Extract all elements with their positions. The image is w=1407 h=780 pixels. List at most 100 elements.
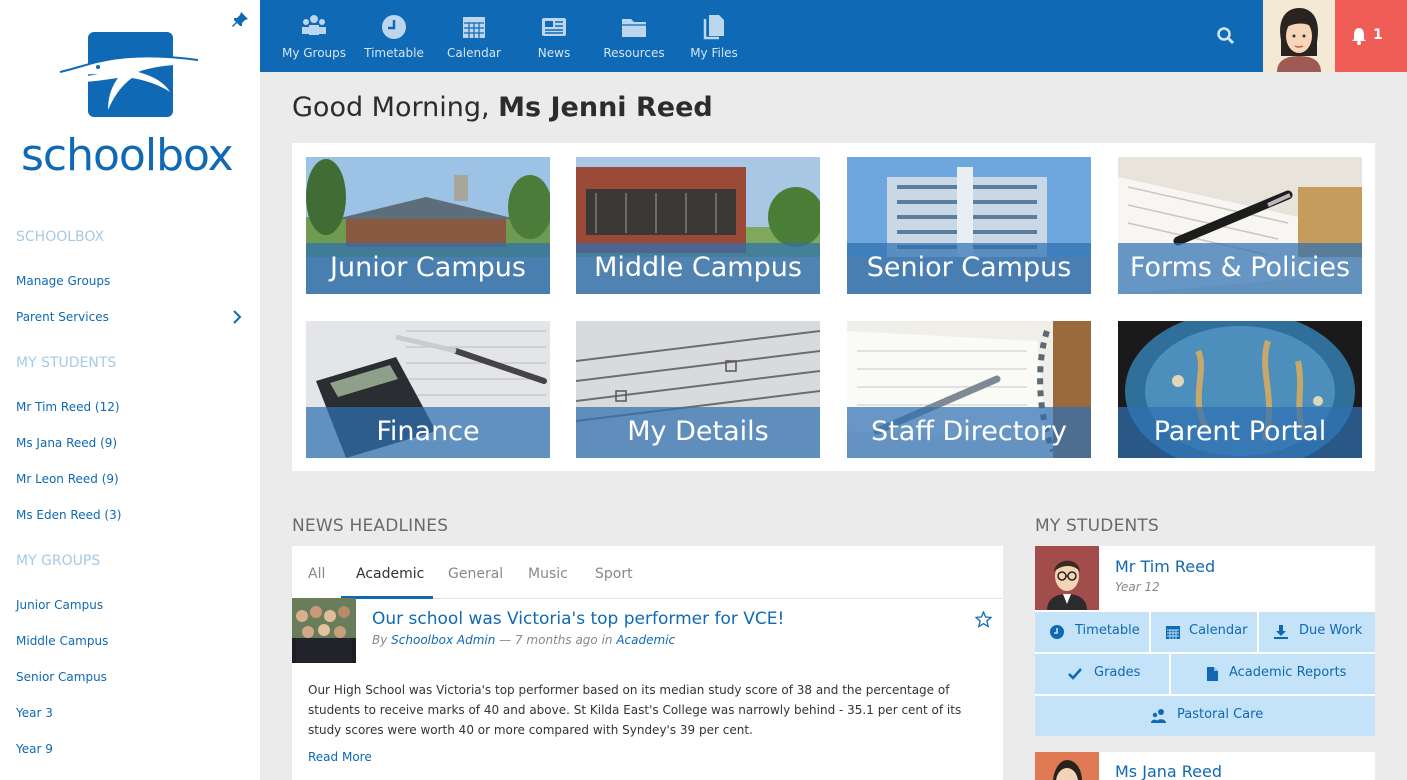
- tab-music[interactable]: Music: [528, 566, 568, 582]
- tile-middle-campus[interactable]: Middle Campus: [576, 157, 820, 294]
- nav-timetable-label: Timetable: [364, 46, 424, 60]
- news-section-title: NEWS HEADLINES: [292, 516, 449, 536]
- student-grades-button[interactable]: Grades: [1035, 654, 1169, 694]
- nav-resources[interactable]: Resources: [594, 0, 674, 72]
- chevron-right-icon[interactable]: [231, 309, 243, 325]
- search-icon[interactable]: [1216, 26, 1236, 46]
- nav-calendar-label: Calendar: [447, 46, 501, 60]
- news-meta-by: By: [372, 633, 388, 647]
- nav-timetable[interactable]: Timetable: [354, 0, 434, 72]
- student-due-work-button[interactable]: Due Work: [1259, 612, 1375, 652]
- schoolbox-logo-icon[interactable]: [58, 30, 206, 120]
- sidebar-heading-my-students: MY STUDENTS: [16, 355, 117, 371]
- news-meta-when: — 7 months ago in: [499, 633, 613, 647]
- schoolbox-wordmark[interactable]: schoolbox: [21, 130, 234, 181]
- calendar-icon: [1166, 626, 1180, 639]
- tile-parent-portal[interactable]: Parent Portal: [1118, 321, 1362, 458]
- tile-finance[interactable]: Finance: [306, 321, 550, 458]
- avatar-image: [1277, 8, 1321, 72]
- sidebar-item-year-3[interactable]: Year 3: [16, 706, 53, 720]
- notification-count: 1: [1373, 27, 1383, 43]
- nav-my-files[interactable]: My Files: [674, 0, 754, 72]
- tab-general[interactable]: General: [448, 566, 503, 582]
- sidebar-item-year-9[interactable]: Year 9: [16, 742, 53, 756]
- student-timetable-button[interactable]: Timetable: [1035, 612, 1149, 652]
- calendar-icon: [463, 17, 485, 38]
- greeting-name: Ms Jenni Reed: [498, 92, 713, 123]
- news-icon: [542, 18, 566, 36]
- tile-label: Parent Portal: [1153, 416, 1327, 447]
- news-article-meta: By Schoolbox Admin — 7 months ago in Aca…: [372, 633, 675, 647]
- pin-icon[interactable]: [231, 11, 249, 29]
- tile-label: Finance: [376, 416, 480, 447]
- sidebar-item-tim-reed[interactable]: Mr Tim Reed (12): [16, 400, 120, 414]
- student-name[interactable]: Ms Jana Reed: [1115, 762, 1222, 780]
- student-avatar[interactable]: [1035, 546, 1099, 610]
- sidebar-heading-my-groups: MY GROUPS: [16, 553, 101, 569]
- tile-junior-campus[interactable]: Junior Campus: [306, 157, 550, 294]
- student-grades-label: Grades: [1094, 665, 1141, 680]
- student-avatar[interactable]: [1035, 752, 1099, 780]
- tile-staff-directory[interactable]: Staff Directory: [847, 321, 1091, 458]
- star-icon[interactable]: [975, 611, 992, 628]
- files-icon: [703, 15, 724, 40]
- sidebar-item-jana-reed[interactable]: Ms Jana Reed (9): [16, 436, 117, 450]
- greeting-prefix: Good Morning,: [292, 92, 490, 123]
- student-card: Mr Tim Reed Year 12 Timetable Calendar D…: [1035, 546, 1375, 736]
- greeting: Good Morning, Ms Jenni Reed: [292, 92, 713, 123]
- sidebar-item-middle-campus[interactable]: Middle Campus: [16, 634, 108, 648]
- tile-label: Forms & Policies: [1129, 252, 1351, 283]
- student-calendar-button[interactable]: Calendar: [1151, 612, 1257, 652]
- student-name[interactable]: Mr Tim Reed: [1115, 557, 1215, 576]
- nav-resources-label: Resources: [603, 46, 665, 60]
- news-card: All Academic General Music Sport Our sch…: [292, 546, 1003, 780]
- student-year: Year 12: [1115, 580, 1160, 594]
- student-pastoral-care-button[interactable]: Pastoral Care: [1035, 696, 1375, 736]
- download-icon: [1274, 625, 1288, 639]
- tile-label: Junior Campus: [330, 252, 526, 283]
- student-pastoral-care-label: Pastoral Care: [1177, 707, 1264, 722]
- student-academic-reports-label: Academic Reports: [1229, 665, 1347, 680]
- news-article-body: Our High School was Victoria's top perfo…: [308, 683, 962, 737]
- sidebar-item-leon-reed[interactable]: Mr Leon Reed (9): [16, 472, 119, 486]
- nav-my-groups-label: My Groups: [281, 46, 347, 60]
- nav-my-groups[interactable]: My Groups: [274, 0, 354, 72]
- folder-icon: [622, 19, 646, 37]
- student-timetable-label: Timetable: [1075, 623, 1140, 638]
- news-author-link[interactable]: Schoolbox Admin: [391, 633, 495, 647]
- tile-senior-campus[interactable]: Senior Campus: [847, 157, 1091, 294]
- notifications-button[interactable]: 1: [1335, 0, 1407, 72]
- tile-label: My Details: [627, 416, 769, 447]
- user-avatar[interactable]: [1263, 0, 1335, 72]
- students-section-title: MY STUDENTS: [1035, 516, 1159, 536]
- nav-news[interactable]: News: [514, 0, 594, 72]
- tab-sport[interactable]: Sport: [595, 566, 633, 582]
- people-icon: [1151, 709, 1166, 723]
- tab-all[interactable]: All: [308, 566, 325, 582]
- bell-icon: [1352, 28, 1366, 45]
- news-category-link[interactable]: Academic: [616, 633, 675, 647]
- tile-label: Middle Campus: [594, 252, 802, 283]
- sidebar-item-junior-campus[interactable]: Junior Campus: [16, 598, 103, 612]
- student-due-work-label: Due Work: [1299, 623, 1363, 638]
- student-card: Ms Jana Reed: [1035, 752, 1375, 780]
- tile-my-details[interactable]: My Details: [576, 321, 820, 458]
- student-academic-reports-button[interactable]: Academic Reports: [1171, 654, 1375, 694]
- clock-icon: [1050, 625, 1064, 639]
- tile-label: Staff Directory: [871, 416, 1067, 447]
- groups-icon: [302, 15, 326, 35]
- sidebar-item-senior-campus[interactable]: Senior Campus: [16, 670, 107, 684]
- news-thumbnail[interactable]: [292, 598, 356, 663]
- news-article-title[interactable]: Our school was Victoria's top performer …: [372, 609, 784, 629]
- tab-academic[interactable]: Academic: [356, 566, 424, 582]
- read-more-link[interactable]: Read More: [308, 750, 372, 764]
- news-tabs: All Academic General Music Sport: [292, 546, 1003, 599]
- sidebar-item-parent-services[interactable]: Parent Services: [16, 310, 109, 324]
- tile-forms-policies[interactable]: Forms & Policies: [1118, 157, 1362, 294]
- tile-label: Senior Campus: [866, 252, 1072, 283]
- sidebar: schoolbox SCHOOLBOX Manage Groups Parent…: [0, 0, 260, 780]
- clock-icon: [382, 15, 406, 39]
- nav-calendar[interactable]: Calendar: [434, 0, 514, 72]
- sidebar-item-eden-reed[interactable]: Ms Eden Reed (3): [16, 508, 121, 522]
- sidebar-item-manage-groups[interactable]: Manage Groups: [16, 274, 110, 288]
